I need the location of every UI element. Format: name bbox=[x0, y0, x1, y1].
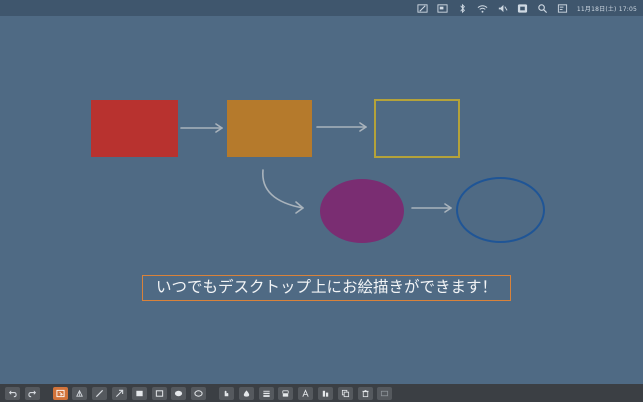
align-icon[interactable] bbox=[317, 386, 333, 400]
copy-icon[interactable] bbox=[337, 386, 353, 400]
arrow-icon[interactable] bbox=[111, 386, 127, 400]
filled-ellipse-icon[interactable] bbox=[171, 386, 187, 400]
delete-icon[interactable] bbox=[357, 386, 373, 400]
menu-bar: 11月18日(土) 17:05 bbox=[0, 0, 643, 16]
search-icon[interactable] bbox=[537, 3, 548, 14]
drawing-toolbar bbox=[0, 384, 643, 402]
pen-icon[interactable] bbox=[417, 3, 428, 14]
screen-icon[interactable] bbox=[437, 3, 448, 14]
caption-text-box[interactable]: いつでもデスクトップ上にお絵描きができます！ bbox=[142, 275, 511, 301]
bluetooth-icon[interactable] bbox=[457, 3, 468, 14]
fill-icon[interactable] bbox=[238, 386, 254, 400]
yellow-outline-rectangle[interactable] bbox=[374, 99, 460, 158]
stroke-width-icon[interactable] bbox=[258, 386, 274, 400]
orange-rectangle[interactable] bbox=[227, 100, 312, 157]
outline-ellipse-icon[interactable] bbox=[191, 386, 207, 400]
layer-icon[interactable] bbox=[278, 386, 294, 400]
undo-icon[interactable] bbox=[5, 386, 20, 400]
filled-rect-icon[interactable] bbox=[131, 386, 147, 400]
settings-icon[interactable] bbox=[377, 386, 393, 400]
red-rectangle[interactable] bbox=[91, 100, 178, 157]
drawing-canvas[interactable] bbox=[0, 16, 643, 384]
purple-ellipse[interactable] bbox=[320, 179, 404, 243]
stamp-icon[interactable] bbox=[218, 386, 234, 400]
line-icon[interactable] bbox=[92, 386, 108, 400]
outline-rect-icon[interactable] bbox=[151, 386, 167, 400]
wifi-icon[interactable] bbox=[477, 3, 488, 14]
volume-icon[interactable] bbox=[497, 3, 508, 14]
redo-icon[interactable] bbox=[24, 386, 40, 400]
input-source-icon[interactable] bbox=[517, 3, 528, 14]
select-icon[interactable] bbox=[52, 386, 68, 400]
text-icon[interactable] bbox=[298, 386, 314, 400]
highlighter-icon[interactable] bbox=[72, 386, 88, 400]
clock[interactable]: 11月18日(土) 17:05 bbox=[577, 4, 637, 13]
notification-icon[interactable] bbox=[557, 3, 568, 14]
blue-outline-ellipse[interactable] bbox=[456, 177, 545, 243]
